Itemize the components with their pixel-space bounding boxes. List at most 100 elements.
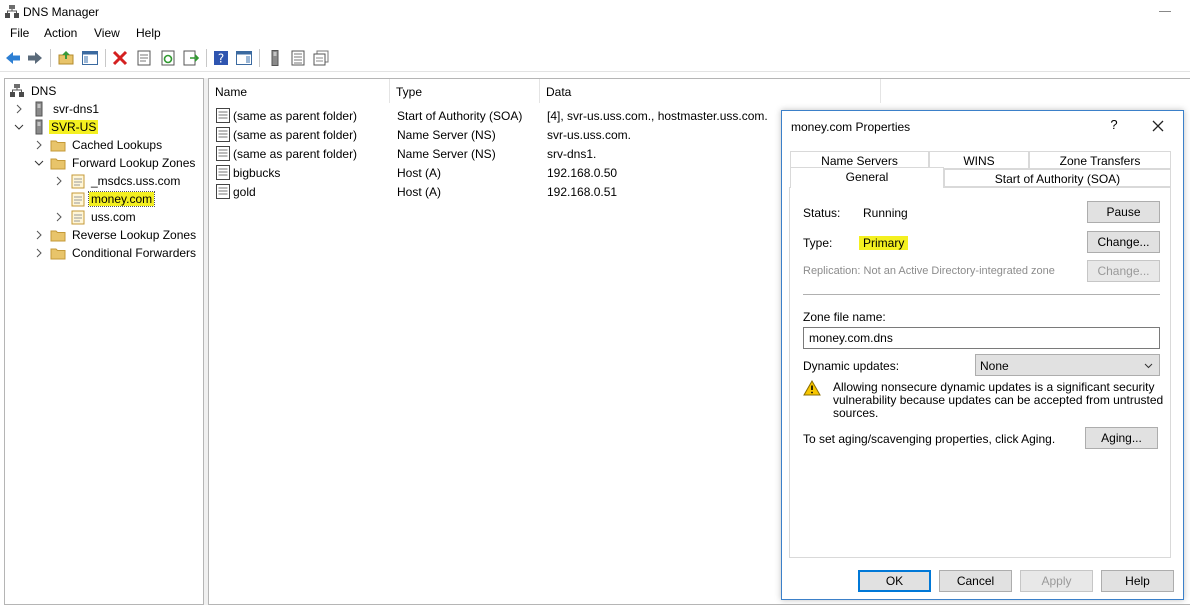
back-arrow-icon[interactable] [4,49,22,67]
close-icon[interactable] [1146,114,1170,138]
tab-general[interactable]: General [790,167,944,188]
replication-text: Replication: Not an Active Directory-int… [803,265,1055,277]
tree-item-svr-us[interactable]: SVR-US [9,118,199,136]
dns-manager-icon [5,5,19,18]
server-icon [35,101,43,117]
ok-button[interactable]: OK [858,570,931,592]
tree-item-forward-lookup-zones[interactable]: Forward Lookup Zones [9,154,199,172]
record-icon [216,127,230,142]
toolbar: ? [0,45,1190,72]
record-name: (same as parent folder) [233,128,358,142]
cancel-button[interactable]: Cancel [939,570,1012,592]
tree-item-uss-com[interactable]: uss.com [9,208,199,226]
record-type: Host (A) [397,166,442,180]
table-row[interactable]: (same as parent folder) Name Server (NS)… [213,125,783,144]
dynamic-updates-select[interactable]: None [975,354,1160,376]
server-icon [35,119,43,135]
chevron-right-icon[interactable] [33,246,45,260]
pause-button[interactable]: Pause [1087,201,1160,223]
show-action-pane-icon[interactable] [235,49,253,67]
dynamic-updates-value: None [980,359,1009,373]
refresh-icon[interactable] [159,49,177,67]
zone-file-input[interactable]: money.com.dns [803,327,1160,349]
status-value: Running [863,206,908,220]
menu-view[interactable]: View [94,26,120,40]
tree-item-reverse-lookup-zones[interactable]: Reverse Lookup Zones [9,226,199,244]
help-button[interactable]: Help [1101,570,1174,592]
forward-arrow-icon[interactable] [26,49,44,67]
tab-zone-transfers[interactable]: Zone Transfers [1029,151,1171,169]
record-icon [216,146,230,161]
new-window-icon[interactable] [312,49,330,67]
record-icon [216,108,230,123]
type-label: Type: [803,236,833,250]
change-type-button[interactable]: Change... [1087,231,1160,253]
delete-icon[interactable] [111,49,129,67]
record-icon [216,165,230,180]
tab-wins[interactable]: WINS [929,151,1029,169]
chevron-down-icon[interactable] [13,120,25,134]
tree-label: DNS [31,84,57,98]
column-header-type[interactable]: Type [390,79,540,103]
tab-strip: Name Servers WINS Zone Transfers General… [790,151,1172,191]
tab-start-of-authority[interactable]: Start of Authority (SOA) [944,169,1171,187]
records-icon[interactable] [289,49,307,67]
show-hide-console-tree-icon[interactable] [81,49,99,67]
column-header-name[interactable]: Name [209,79,390,103]
tree-label: uss.com [91,210,136,224]
tree-item-dns[interactable]: DNS [9,82,199,100]
chevron-right-icon[interactable] [53,210,65,224]
tree-label: svr-dns1 [53,102,100,116]
tree-item-svr-dns1[interactable]: svr-dns1 [9,100,199,118]
tree-item-money-com[interactable]: money.com [9,190,199,208]
dns-icon [10,84,24,97]
chevron-right-icon[interactable] [13,102,25,116]
tree-label: Conditional Forwarders [72,246,197,260]
tree-item-msdcs-zone[interactable]: _msdcs.uss.com [9,172,199,190]
window-title: DNS Manager [23,5,100,19]
minimize-button[interactable] [1150,0,1180,24]
table-row[interactable]: bigbucks Host (A) 192.168.0.50 [213,163,783,182]
chevron-down-icon[interactable] [33,156,45,170]
tree-label: Forward Lookup Zones [72,156,196,170]
title-bar: DNS Manager [0,0,1190,24]
table-row[interactable]: (same as parent folder) Start of Authori… [213,106,783,125]
help-icon[interactable]: ? [212,49,230,67]
record-type: Start of Authority (SOA) [397,109,523,123]
menu-action[interactable]: Action [44,26,77,40]
aging-button[interactable]: Aging... [1085,427,1158,449]
table-row[interactable]: gold Host (A) 192.168.0.51 [213,182,783,201]
menu-help[interactable]: Help [136,26,161,40]
record-name: gold [233,185,256,199]
tree-item-cached-lookups[interactable]: Cached Lookups [9,136,199,154]
up-folder-icon[interactable] [57,49,75,67]
record-data: [4], svr-us.uss.com., hostmaster.uss.com… [547,109,768,123]
apply-button[interactable]: Apply [1020,570,1093,592]
record-data: 192.168.0.51 [547,185,618,199]
folder-icon [50,230,66,242]
record-data: svr-us.uss.com. [547,128,632,142]
record-data: srv-dns1. [547,147,597,161]
dialog-title: money.com Properties [791,120,911,134]
folder-icon [50,140,66,152]
type-value: Primary [859,236,909,250]
record-icon [216,184,230,199]
chevron-right-icon[interactable] [53,174,65,188]
export-list-icon[interactable] [182,49,200,67]
tree-label: SVR-US [49,120,99,134]
menu-file[interactable]: File [10,26,29,40]
column-header-data[interactable]: Data [540,79,881,103]
divider [803,294,1160,295]
warning-line-3: sources. [833,406,879,420]
chevron-right-icon[interactable] [33,138,45,152]
tree-label: _msdcs.uss.com [91,174,181,188]
chevron-right-icon[interactable] [33,228,45,242]
properties-icon[interactable] [135,49,153,67]
server-icon[interactable] [266,49,284,67]
tree-item-conditional-forwarders[interactable]: Conditional Forwarders [9,244,199,262]
dynamic-updates-label: Dynamic updates: [803,359,900,373]
table-row[interactable]: (same as parent folder) Name Server (NS)… [213,144,783,163]
general-tab-panel: Status: Running Pause Type: Primary Chan… [789,187,1171,558]
dialog-help-button[interactable]: ? [1104,117,1124,135]
change-replication-button[interactable]: Change... [1087,260,1160,282]
